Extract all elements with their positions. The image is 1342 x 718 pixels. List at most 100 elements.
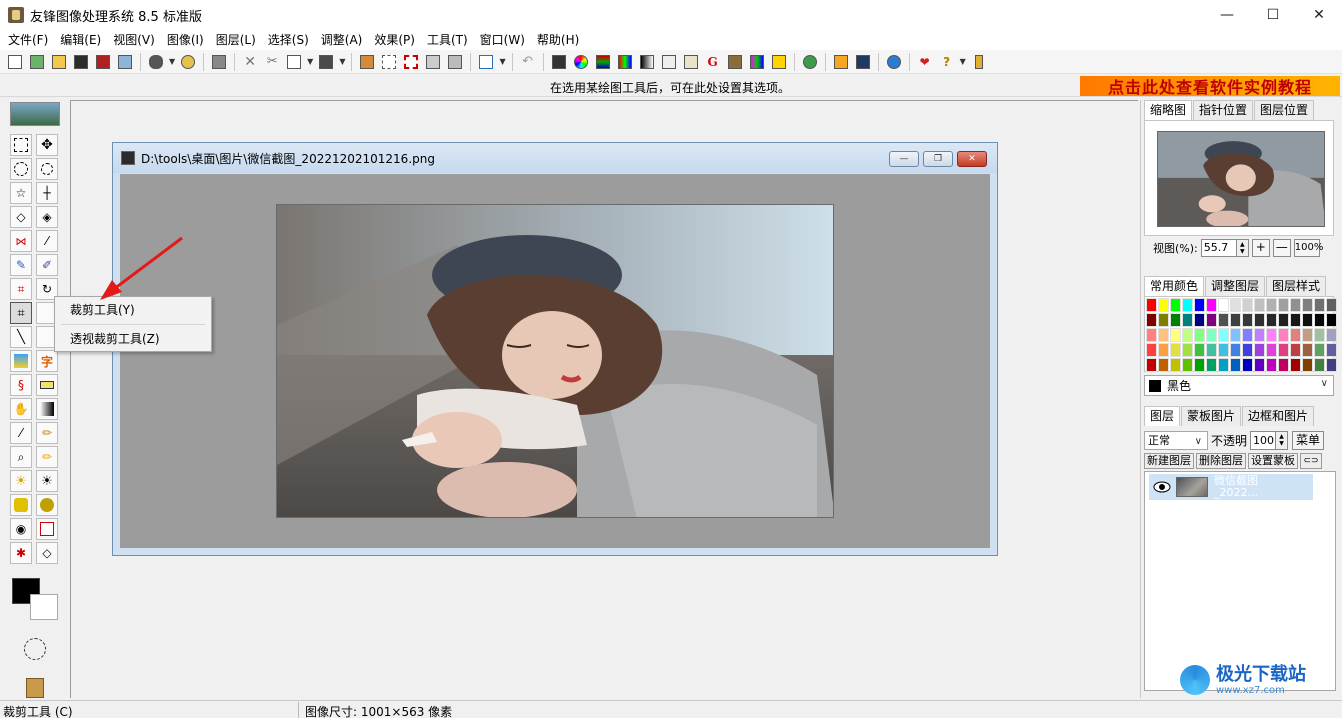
paste-icon[interactable] — [317, 53, 335, 71]
polygon-select-tool[interactable]: ☆ — [10, 182, 32, 204]
image-window-titlebar[interactable]: D:\tools\桌面\图片\微信截图_20221202101216.png —… — [113, 143, 997, 173]
tab-pointer-position[interactable]: 指针位置 — [1193, 100, 1254, 120]
color-swatch[interactable] — [1206, 298, 1217, 312]
new-file-icon[interactable] — [6, 53, 24, 71]
color-swatch[interactable] — [1278, 328, 1289, 342]
magic-wand-tool[interactable]: ⁄ — [36, 230, 58, 252]
stamp-tool[interactable]: ✱ — [10, 542, 32, 564]
camera-icon[interactable] — [179, 53, 197, 71]
color-swatch[interactable] — [1170, 298, 1181, 312]
color-swatch[interactable] — [1302, 298, 1313, 312]
doc-minimize-button[interactable]: — — [889, 151, 919, 167]
color-swatch[interactable] — [1278, 358, 1289, 372]
delete-layer-button[interactable]: 删除图层 — [1196, 453, 1246, 469]
color-swatch[interactable] — [1158, 328, 1169, 342]
color-swatch[interactable] — [1206, 343, 1217, 357]
link-icon[interactable]: ⊂⊃ — [1300, 453, 1322, 469]
line-tool[interactable]: ╲ — [10, 326, 32, 348]
globe-search-icon[interactable] — [801, 53, 819, 71]
tab-layers[interactable]: 图层 — [1144, 406, 1181, 426]
close-button[interactable]: ✕ — [1296, 0, 1342, 30]
background-color-swatch[interactable] — [30, 594, 58, 620]
flag-icon[interactable] — [770, 53, 788, 71]
color-swatch[interactable] — [1242, 343, 1253, 357]
menu-effects[interactable]: 效果(P) — [368, 30, 421, 50]
chevron-down-icon[interactable]: ▼ — [169, 57, 175, 66]
color-swatch[interactable] — [1290, 358, 1301, 372]
blend-mode-select[interactable]: 正常 ∨ — [1144, 430, 1208, 450]
single-row-select-tool[interactable]: ┼ — [36, 182, 58, 204]
copy-icon[interactable] — [285, 53, 303, 71]
color-swatch[interactable] — [1242, 328, 1253, 342]
ellipse-select-tool[interactable] — [10, 158, 32, 180]
color-swatch[interactable] — [1218, 298, 1229, 312]
zoom-input[interactable]: 55.7 — [1200, 239, 1237, 257]
maximize-button[interactable]: ☐ — [1250, 0, 1296, 30]
pencil-tool[interactable]: ✏ — [36, 422, 58, 444]
color-swatch[interactable] — [1314, 343, 1325, 357]
cut-icon[interactable]: ✕ — [241, 53, 259, 71]
color-swatch[interactable] — [1230, 313, 1241, 327]
pen-tool[interactable]: ✎ — [10, 254, 32, 276]
color-swatch[interactable] — [1242, 298, 1253, 312]
doc-close-button[interactable]: ✕ — [957, 151, 987, 167]
color-swatch[interactable] — [1218, 358, 1229, 372]
color-swatch[interactable] — [1146, 298, 1157, 312]
bottle-icon[interactable] — [26, 678, 44, 698]
quick-mask-icon[interactable] — [24, 638, 46, 660]
color-swatch[interactable] — [1206, 328, 1217, 342]
battery-icon[interactable] — [970, 53, 988, 71]
opacity-input[interactable]: 100 — [1250, 430, 1277, 450]
color-swatch[interactable] — [1218, 313, 1229, 327]
color-swatch[interactable] — [1266, 313, 1277, 327]
color-swatch[interactable] — [1182, 313, 1193, 327]
zoom-spinner[interactable]: ▲ ▼ — [1236, 239, 1249, 257]
color-swatch[interactable] — [1194, 358, 1205, 372]
color-swatch[interactable] — [1170, 343, 1181, 357]
fill-tool[interactable]: ✋ — [10, 398, 32, 420]
save-icon[interactable] — [72, 53, 90, 71]
color-swatch[interactable] — [1230, 343, 1241, 357]
tab-borders-images[interactable]: 边框和图片 — [1242, 406, 1315, 426]
chevron-down-icon[interactable]: ▼ — [499, 57, 505, 66]
color-swatch[interactable] — [1230, 358, 1241, 372]
color-swatch[interactable] — [1158, 313, 1169, 327]
gradient-tool[interactable] — [36, 398, 58, 420]
tab-adjustment-layers[interactable]: 调整图层 — [1205, 276, 1266, 296]
text-tool[interactable]: 字 — [36, 350, 58, 372]
color-swatch[interactable] — [1326, 298, 1337, 312]
help-icon[interactable]: ? — [938, 53, 956, 71]
color-swatch[interactable] — [1194, 343, 1205, 357]
menu-view[interactable]: 视图(V) — [107, 30, 161, 50]
color-swatch[interactable] — [1290, 343, 1301, 357]
red-eye-tool[interactable]: ◉ — [10, 518, 32, 540]
color-swatch[interactable] — [1254, 358, 1265, 372]
print-preview-icon[interactable] — [116, 53, 134, 71]
opacity-spinner[interactable]: ▲ ▼ — [1276, 430, 1289, 450]
tab-thumbnail[interactable]: 缩略图 — [1144, 100, 1193, 120]
color-swatch[interactable] — [1254, 298, 1265, 312]
path-tool[interactable]: ⋈ — [10, 230, 32, 252]
rect-select-tool[interactable] — [10, 134, 32, 156]
brush-tool[interactable]: ✏ — [36, 446, 58, 468]
color-swatch[interactable] — [1242, 358, 1253, 372]
color-swatch[interactable] — [1314, 313, 1325, 327]
menu-help[interactable]: 帮助(H) — [531, 30, 585, 50]
color-swatch[interactable] — [1146, 313, 1157, 327]
color-swatch[interactable] — [1278, 298, 1289, 312]
scissors-icon[interactable]: ✂ — [263, 53, 281, 71]
scanner-icon[interactable] — [147, 53, 165, 71]
image-canvas[interactable] — [120, 174, 990, 548]
chevron-down-icon[interactable]: ▼ — [339, 57, 345, 66]
menu-layer[interactable]: 图层(L) — [210, 30, 262, 50]
shape-tool[interactable]: § — [10, 374, 32, 396]
marquee-red-icon[interactable] — [402, 53, 420, 71]
eyedropper-tool[interactable]: ⁄ — [10, 422, 32, 444]
calendar-icon[interactable] — [832, 53, 850, 71]
film-icon[interactable] — [854, 53, 872, 71]
color-swatch[interactable] — [1182, 328, 1193, 342]
curves-icon[interactable] — [660, 53, 678, 71]
heart-icon[interactable]: ❤ — [916, 53, 934, 71]
color-swatch[interactable] — [1302, 343, 1313, 357]
clone-tool[interactable] — [36, 518, 58, 540]
